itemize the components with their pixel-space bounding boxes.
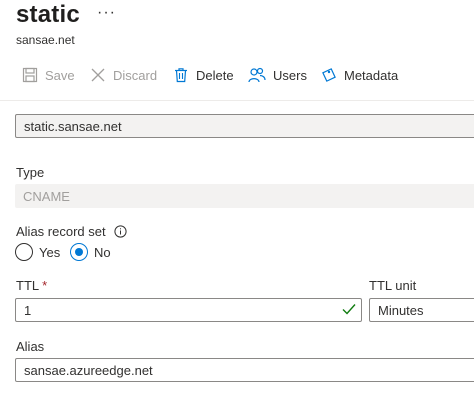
ttl-input[interactable]: 1 — [15, 298, 362, 322]
ttl-unit-select[interactable]: Minutes — [369, 298, 474, 322]
tag-icon — [322, 68, 336, 82]
alias-input[interactable]: sansae.azureedge.net — [15, 358, 474, 382]
ttl-unit-value: Minutes — [378, 302, 424, 318]
ttl-label-text: TTL — [16, 278, 40, 293]
users-label: Users — [273, 67, 307, 83]
page-title: static — [16, 1, 80, 28]
type-field: CNAME — [15, 184, 474, 208]
alias-yes-radio[interactable]: Yes — [15, 243, 60, 261]
discard-label: Discard — [113, 67, 158, 83]
ttl-label: TTL * — [16, 278, 47, 293]
save-label: Save — [45, 67, 75, 83]
delete-button[interactable]: Delete — [173, 64, 234, 86]
alias-record-set-text: Alias record set — [16, 224, 106, 239]
save-button[interactable]: Save — [22, 64, 75, 86]
required-marker: * — [42, 278, 48, 293]
page-subtitle: sansae.net — [16, 33, 75, 47]
alias-yes-label: Yes — [39, 244, 61, 260]
ttl-unit-label: TTL unit — [369, 278, 417, 293]
ttl-value: 1 — [24, 302, 32, 318]
alias-value: sansae.azureedge.net — [24, 362, 153, 378]
alias-no-label: No — [94, 244, 111, 260]
trash-icon — [175, 68, 187, 83]
alias-no-radio[interactable]: No — [70, 243, 111, 261]
save-icon — [22, 67, 38, 83]
users-button[interactable]: Users — [248, 64, 307, 86]
close-icon — [91, 68, 105, 82]
more-options-button[interactable]: ··· — [97, 4, 116, 22]
type-value: CNAME — [23, 188, 70, 204]
alias-record-set-label: Alias record set — [16, 224, 127, 239]
toolbar-divider — [0, 100, 474, 101]
metadata-label: Metadata — [344, 67, 399, 83]
checkmark-icon — [342, 304, 356, 315]
radio-circle-no[interactable] — [70, 243, 88, 261]
info-icon[interactable] — [113, 225, 127, 238]
record-name-value: static.sansae.net — [24, 118, 122, 134]
discard-button[interactable]: Discard — [90, 64, 157, 86]
radio-circle-yes[interactable] — [15, 243, 33, 261]
users-icon — [248, 67, 266, 83]
delete-label: Delete — [196, 67, 234, 83]
alias-label: Alias — [16, 339, 45, 354]
metadata-button[interactable]: Metadata — [321, 64, 398, 86]
record-name-field: static.sansae.net — [15, 114, 474, 138]
type-label: Type — [16, 165, 45, 180]
